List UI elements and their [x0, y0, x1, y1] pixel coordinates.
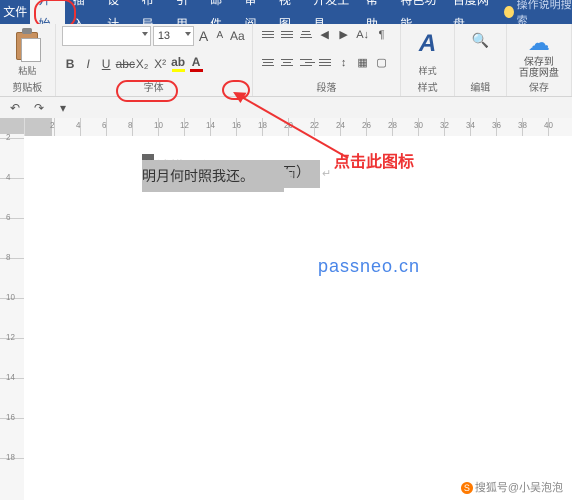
multilevel-button[interactable] [297, 26, 315, 43]
para-group-label: 段落 [259, 79, 395, 96]
paste-label: 粘贴 [6, 64, 49, 77]
align-left-button[interactable] [259, 54, 277, 71]
indent-button[interactable]: ▶ [335, 26, 353, 43]
qat-more[interactable]: ▾ [54, 99, 72, 117]
poem-b-line-4: 明月何时照我还。↵ [142, 164, 154, 165]
page[interactable]: 牧童 （北宋.吕岩）↵ 草铺横野六七里，↵ 笛弄晚风三四声。↵ 归来饱饭黄昏后，… [24, 136, 572, 500]
superscript-button[interactable]: X² [152, 56, 169, 73]
borders-button[interactable]: ▢ [373, 54, 391, 71]
line-spacing-button[interactable]: ↕ [335, 54, 353, 71]
styles-label: 样式 [407, 64, 448, 77]
group-styles: A 样式 样式 [401, 24, 455, 96]
group-edit: 🔍 编辑 [455, 24, 507, 96]
horizontal-ruler[interactable]: 246810121416182022242628303234363840 [24, 118, 572, 137]
vertical-ruler[interactable]: 24681012141618 [0, 118, 25, 500]
styles-button[interactable]: A [407, 26, 448, 62]
font-group-label: 字体 [62, 79, 246, 96]
strike-button[interactable]: abc [116, 56, 133, 73]
credit-badge: S搜狐号@小吴泡泡 [458, 478, 566, 496]
tab-file[interactable]: 文件 [0, 0, 30, 24]
document-stage: 246810121416182022242628303234363840 246… [0, 118, 572, 500]
numbering-button[interactable] [278, 26, 296, 43]
document-content[interactable]: 牧童 （北宋.吕岩）↵ 草铺横野六七里，↵ 笛弄晚风三四声。↵ 归来饱饭黄昏后，… [142, 154, 154, 165]
underline-button[interactable]: U [98, 56, 115, 73]
bullets-button[interactable] [259, 26, 277, 43]
shrink-font-button[interactable]: A [213, 26, 227, 46]
watermark: passneo.cn [318, 256, 420, 277]
bold-button[interactable]: B [62, 56, 79, 73]
align-right-button[interactable] [297, 54, 315, 71]
font-family-select[interactable] [62, 26, 151, 46]
shading-button[interactable]: ▦ [354, 54, 372, 71]
save-cloud-button[interactable]: ☁ [513, 26, 565, 57]
paste-button[interactable] [12, 28, 42, 62]
styles-group-label: 样式 [407, 79, 448, 96]
grow-font-button[interactable]: A [196, 26, 210, 46]
group-save: ☁ 保存到百度网盘 保存 [507, 24, 572, 96]
group-paragraph: ◀ ▶ A↓ ¶ ↕ ▦ ▢ 段落 [253, 24, 402, 96]
find-button[interactable]: 🔍 [461, 26, 500, 68]
marks-button[interactable]: ¶ [373, 26, 391, 43]
group-clipboard: 粘贴 剪贴板 [0, 24, 56, 96]
highlight-button[interactable]: ab [170, 56, 187, 73]
qat-undo[interactable]: ↶ [6, 99, 24, 117]
align-center-button[interactable] [278, 54, 296, 71]
clipboard-group-label: 剪贴板 [6, 79, 49, 96]
save-label: 保存到百度网盘 [513, 57, 565, 79]
bulb-icon [504, 6, 514, 18]
ribbon: 粘贴 剪贴板 13 A A Aa B I U abc X₂ X² ab A 字体… [0, 24, 572, 97]
qat-redo[interactable]: ↷ [30, 99, 48, 117]
justify-button[interactable] [316, 54, 334, 71]
subscript-button[interactable]: X₂ [134, 56, 151, 73]
font-size-select[interactable]: 13 [153, 26, 195, 46]
group-font: 13 A A Aa B I U abc X₂ X² ab A 字体 [56, 24, 253, 96]
quick-access-toolbar: ↶ ↷ ▾ [0, 97, 572, 120]
change-case-button[interactable]: Aa [229, 26, 246, 46]
menu-bar: 文件 开始插入设计布局引用邮件审阅视图开发工具帮助特色功能百度网盘 操作说明搜索 [0, 0, 572, 24]
italic-button[interactable]: I [80, 56, 97, 73]
font-color-button[interactable]: A [188, 56, 205, 73]
edit-group-label: 编辑 [461, 79, 500, 96]
save-group-label: 保存 [513, 79, 565, 96]
sort-button[interactable]: A↓ [354, 26, 372, 43]
outdent-button[interactable]: ◀ [316, 26, 334, 43]
sohu-icon: S [461, 482, 473, 494]
annotation-text: 点击此图标 [334, 148, 414, 172]
